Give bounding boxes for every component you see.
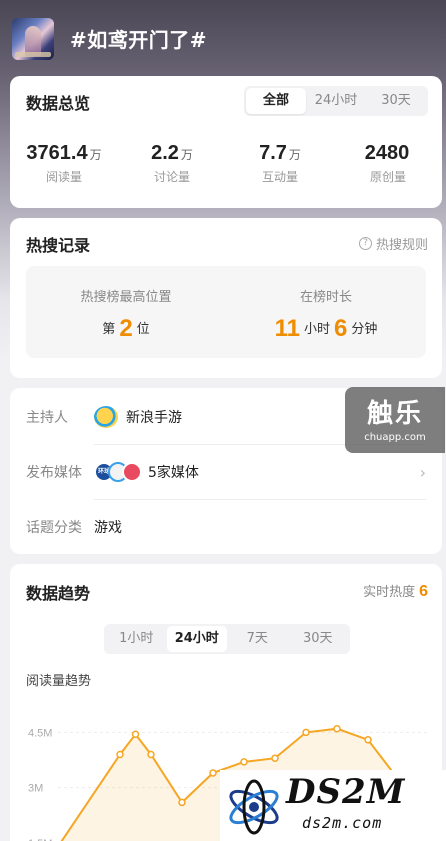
atom-logo-icon (229, 779, 279, 835)
hot-search-card: 热搜记录 ? 热搜规则 热搜榜最高位置 第2位 在榜时长 11 小时 6 分钟 (10, 218, 442, 378)
overview-title: 数据总览 (26, 94, 91, 113)
chuapp-watermark: 触乐 chuapp.com (345, 387, 445, 453)
overview-stats: 3761.4 万 阅读量 2.2 万 讨论量 7.7 万 互动量 2480 原创量 (10, 142, 442, 185)
ds2m-site-text: ds2m.com (302, 814, 383, 832)
data-point (240, 758, 248, 766)
stat-interact-label: 互动量 (261, 170, 298, 184)
chuapp-logo: 触乐 (366, 399, 423, 429)
data-overview-card: 数据总览 全部 24小时 30天 3761.4 万 阅读量 2.2 万 讨论量 7.… (10, 76, 442, 208)
tab-1h[interactable]: 1小时 (106, 626, 167, 652)
stat-discuss-label: 讨论量 (153, 170, 190, 184)
chevron-right-icon: › (419, 463, 426, 482)
hot-search-summary: 热搜榜最高位置 第2位 在榜时长 11 小时 6 分钟 (26, 266, 426, 358)
ds2m-logo-text: DS2M (286, 772, 406, 812)
hot-search-rules-label: 热搜规则 (375, 238, 428, 253)
realtime-label: 实时热度 (363, 585, 416, 600)
rank-prefix: 第 (102, 322, 116, 337)
topic-header: #如鸢开门了# (0, 0, 446, 76)
media-avatar-icon (122, 462, 142, 482)
overview-range-tabs: 全部 24小时 30天 (244, 86, 428, 116)
chuapp-url: chuapp.com (364, 432, 426, 443)
y-tick-label: 3M (28, 783, 43, 795)
tab-7d[interactable]: 7天 (227, 626, 288, 652)
media-row[interactable]: 发布媒体 环球TECH 5家媒体 › (26, 445, 426, 499)
stat-interact-value: 7.7 (259, 142, 287, 164)
realtime-heat: 实时热度 6 (363, 581, 428, 601)
category-label: 话题分类 (26, 520, 82, 536)
minutes-unit: 分钟 (351, 322, 378, 337)
data-point (147, 750, 155, 759)
data-point (333, 724, 341, 733)
stat-read-unit: 万 (89, 148, 102, 162)
data-point (271, 754, 279, 762)
stat-interact-unit: 万 (288, 148, 301, 162)
tab-24h[interactable]: 24小时 (306, 88, 366, 114)
data-point (209, 769, 217, 777)
data-point (131, 730, 140, 739)
sina-games-icon (94, 406, 118, 428)
stat-read-label: 阅读量 (45, 170, 82, 184)
highest-rank-label: 热搜榜最高位置 (80, 290, 172, 305)
stat-original-label: 原创量 (369, 170, 406, 184)
chart-title: 阅读量趋势 (26, 674, 92, 689)
highest-rank: 热搜榜最高位置 第2位 (26, 266, 226, 358)
tab-24h-trend[interactable]: 24小时 (166, 626, 227, 652)
host-value: 新浪手游 (126, 410, 182, 426)
tab-30d-trend[interactable]: 30天 (288, 626, 349, 652)
realtime-value: 6 (419, 583, 428, 600)
data-point (178, 798, 186, 807)
topic-title: #如鸢开门了# (70, 28, 208, 52)
topic-thumbnail (12, 18, 54, 60)
duration-label: 在榜时长 (299, 290, 352, 305)
stat-discuss: 2.2 万 讨论量 (118, 142, 226, 185)
trend-title: 数据趋势 (26, 584, 91, 603)
data-point (302, 728, 310, 737)
category-row: 话题分类 游戏 (26, 500, 426, 554)
stat-interact: 7.7 万 互动量 (226, 142, 334, 185)
stat-read-value: 3761.4 (26, 142, 88, 164)
tab-30d[interactable]: 30天 (366, 88, 426, 114)
media-label: 发布媒体 (26, 465, 82, 481)
media-value: 5家媒体 (148, 465, 199, 481)
data-point (116, 750, 124, 759)
hours-value: 11 (274, 315, 300, 342)
data-point (364, 736, 372, 744)
stat-original-value: 2480 (364, 142, 410, 164)
minutes-value: 6 (334, 315, 348, 342)
question-icon: ? (358, 237, 372, 250)
host-label: 主持人 (26, 410, 68, 426)
duration-on-list: 在榜时长 11 小时 6 分钟 (226, 266, 426, 358)
stat-discuss-value: 2.2 (151, 142, 179, 164)
trend-range-tabs: 1小时 24小时 7天 30天 (104, 624, 350, 654)
stat-read: 3761.4 万 阅读量 (10, 142, 118, 185)
stat-discuss-unit: 万 (180, 148, 193, 162)
hot-search-title: 热搜记录 (26, 236, 91, 255)
rank-value: 2 (119, 315, 133, 342)
hours-unit: 小时 (303, 322, 330, 337)
tab-all[interactable]: 全部 (246, 88, 306, 114)
hot-search-rules-link[interactable]: ? 热搜规则 (358, 234, 428, 253)
y-tick-label: 4.5M (28, 727, 52, 739)
stat-original: 2480 原创量 (334, 142, 442, 185)
media-avatars: 环球TECH (94, 462, 142, 491)
ds2m-watermark: DS2M ds2m.com (220, 770, 446, 841)
category-value: 游戏 (94, 520, 122, 536)
rank-suffix: 位 (136, 322, 150, 337)
